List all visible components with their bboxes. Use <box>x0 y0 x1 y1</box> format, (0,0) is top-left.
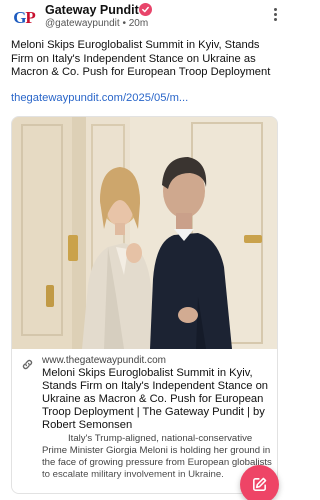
verified-check-icon <box>139 3 152 16</box>
link-card[interactable]: www.thegatewaypundit.com Meloni Skips Eu… <box>11 116 278 494</box>
post-header: GP Gateway Pundit @gatewaypundit • 20m <box>11 3 281 31</box>
card-domain: www.thegatewaypundit.com <box>42 355 166 366</box>
card-image <box>12 117 277 349</box>
author-name[interactable]: Gateway Pundit <box>45 3 139 17</box>
compose-icon <box>253 477 267 491</box>
card-title: Meloni Skips Euroglobalist Summit in Kyi… <box>42 367 269 431</box>
card-description: Italy's Trump-aligned, national-conserva… <box>42 433 272 480</box>
meta-separator: • <box>122 18 126 29</box>
compose-button[interactable] <box>240 465 279 500</box>
author-handle: @gatewaypundit <box>45 18 120 29</box>
avatar-logo: GP <box>13 8 36 27</box>
author-meta: @gatewaypundit • 20m <box>45 18 148 29</box>
post-age: 20m <box>128 18 149 29</box>
card-body: www.thegatewaypundit.com Meloni Skips Eu… <box>12 349 277 493</box>
avatar[interactable]: GP <box>11 5 37 31</box>
post-text: Meloni Skips Euroglobalist Summit in Kyi… <box>11 39 271 78</box>
post-link[interactable]: thegatewaypundit.com/2025/05/m... <box>11 92 188 104</box>
link-icon <box>22 359 33 370</box>
more-vertical-icon[interactable] <box>268 4 282 24</box>
